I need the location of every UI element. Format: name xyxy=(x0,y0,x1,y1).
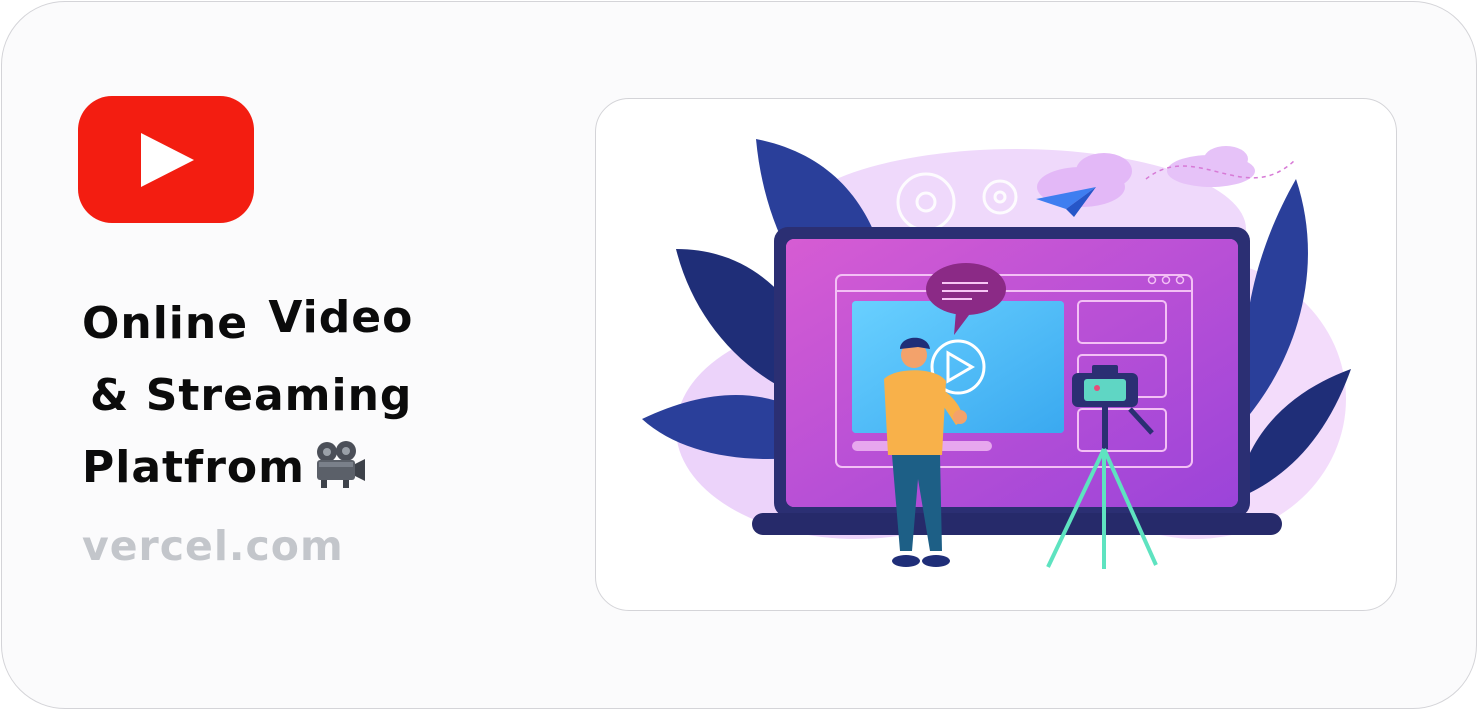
title-line-3: Platfrom xyxy=(82,432,422,510)
play-button-logo-icon xyxy=(78,96,254,223)
title-word-online: Online xyxy=(82,298,249,349)
title-word-video: Video xyxy=(268,292,414,343)
page-title: Online Video & Streaming Platfrom xyxy=(82,288,422,510)
domain-label: vercel.com xyxy=(82,522,344,570)
movie-camera-icon xyxy=(313,438,367,510)
illustration-frame xyxy=(595,98,1397,611)
title-line-2: & Streaming xyxy=(90,370,413,421)
video-creator-illustration xyxy=(642,139,1351,569)
card: Online Video & Streaming Platfrom vercel… xyxy=(1,1,1477,709)
title-line-1: Online Video xyxy=(82,288,422,360)
title-word-platfrom: Platfrom xyxy=(82,442,305,493)
